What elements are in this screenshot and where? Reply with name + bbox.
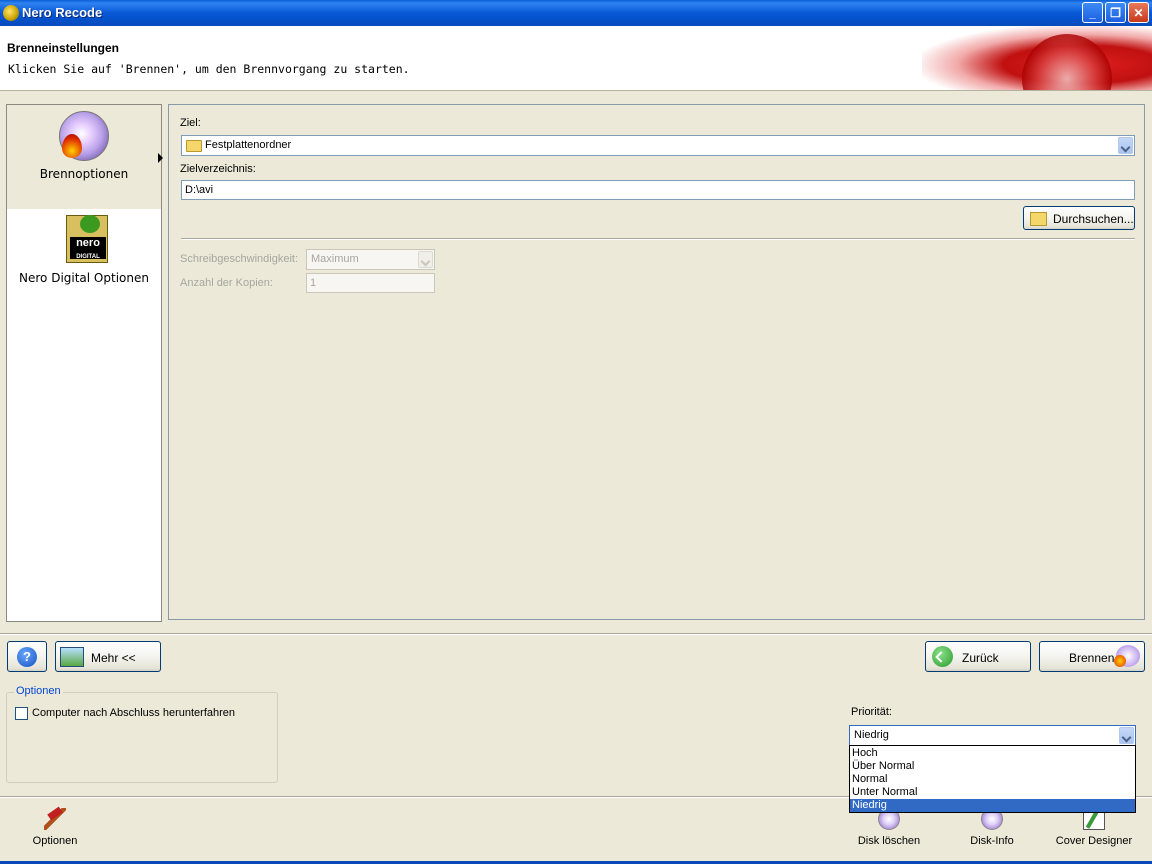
- page-title: Brenneinstellungen: [7, 41, 120, 55]
- title-bar: Nero Recode _ ❐ ✕: [0, 0, 1152, 26]
- browse-button[interactable]: Durchsuchen...: [1023, 206, 1135, 230]
- nero-app-icon: [3, 5, 19, 21]
- shutdown-label: Computer nach Abschluss herunterfahren: [32, 707, 236, 719]
- target-value: Festplattenordner: [205, 139, 292, 151]
- target-label: Ziel:: [180, 117, 201, 129]
- help-icon: ?: [17, 647, 37, 667]
- burn-settings-panel: Ziel: Festplattenordner Zielverzeichnis:…: [168, 104, 1145, 620]
- nav-item-label: Brennoptionen: [39, 167, 129, 181]
- target-dir-label: Zielverzeichnis:: [180, 163, 256, 175]
- chevron-down-icon: [418, 251, 433, 268]
- target-select[interactable]: Festplattenordner: [181, 135, 1135, 156]
- burn-disc-icon: [59, 111, 109, 161]
- target-dir-value: D:\avi: [185, 184, 214, 196]
- settings-navigation: Brennoptionen nero DIGITAL Nero Digital O…: [6, 104, 163, 622]
- burn-button[interactable]: Brennen: [1039, 641, 1145, 672]
- button-bar-divider: [0, 633, 1152, 635]
- copies-value: 1: [310, 277, 317, 289]
- priority-value: Niedrig: [854, 729, 889, 741]
- shutdown-checkbox[interactable]: [15, 707, 28, 720]
- nero-digital-icon: nero DIGITAL: [62, 215, 108, 263]
- toolbar-erase-label: Disk löschen: [857, 835, 921, 847]
- chevron-down-icon[interactable]: [1119, 727, 1134, 744]
- section-divider: [181, 238, 1135, 240]
- priority-option-normal[interactable]: Normal: [850, 773, 1135, 786]
- selected-arrow-icon: [158, 153, 163, 163]
- nav-item-nero-digital[interactable]: nero DIGITAL Nero Digital Optionen: [7, 209, 161, 313]
- restore-icon: ❐: [1110, 6, 1121, 20]
- options-group-title: Optionen: [14, 685, 63, 697]
- folder-icon: [186, 140, 202, 152]
- burn-label: Brennen: [1069, 651, 1115, 665]
- priority-option-ueber-normal[interactable]: Über Normal: [850, 760, 1135, 773]
- priority-select[interactable]: Niedrig: [849, 725, 1136, 746]
- restore-button[interactable]: ❐: [1105, 2, 1126, 23]
- write-speed-value: Maximum: [311, 253, 359, 265]
- more-button[interactable]: Mehr <<: [55, 641, 161, 672]
- target-dir-input[interactable]: D:\avi: [181, 180, 1135, 200]
- close-button[interactable]: ✕: [1128, 2, 1149, 23]
- back-arrow-icon: [932, 646, 953, 667]
- burn-disc-icon: [1114, 645, 1140, 667]
- wizard-header: Brenneinstellungen Klicken Sie auf 'Bren…: [0, 26, 1152, 91]
- toolbar-cover-label: Cover Designer: [1055, 835, 1133, 847]
- write-speed-select[interactable]: Maximum: [306, 249, 435, 270]
- back-label: Zurück: [962, 651, 999, 665]
- toolbar-info-label: Disk-Info: [970, 835, 1014, 847]
- minimize-icon: _: [1089, 6, 1096, 20]
- options-group: Optionen Computer nach Abschluss herunte…: [6, 685, 278, 783]
- more-label: Mehr <<: [91, 651, 136, 665]
- browse-label: Durchsuchen...: [1053, 212, 1134, 226]
- minimize-button[interactable]: _: [1082, 2, 1103, 23]
- nav-item-brennoptionen[interactable]: Brennoptionen: [7, 105, 163, 209]
- priority-label: Priorität:: [851, 706, 892, 718]
- priority-option-unter-normal[interactable]: Unter Normal: [850, 786, 1135, 799]
- open-folder-icon: [1030, 212, 1047, 226]
- close-icon: ✕: [1133, 6, 1144, 20]
- window-title: Nero Recode: [22, 5, 103, 20]
- copies-input[interactable]: 1: [306, 273, 435, 293]
- chevron-down-icon[interactable]: [1118, 137, 1133, 154]
- priority-option-niedrig[interactable]: Niedrig: [850, 799, 1135, 812]
- priority-option-hoch[interactable]: Hoch: [850, 747, 1135, 760]
- page-subtitle: Klicken Sie auf 'Brennen', um den Brennv…: [8, 62, 410, 76]
- toolbar-options-label: Optionen: [32, 835, 78, 847]
- write-speed-label: Schreibgeschwindigkeit:: [180, 253, 299, 265]
- priority-dropdown-list: Hoch Über Normal Normal Unter Normal Nie…: [849, 745, 1136, 813]
- nav-item-label: Nero Digital Optionen: [19, 271, 149, 285]
- hammer-icon: [44, 808, 66, 830]
- back-button[interactable]: Zurück: [925, 641, 1031, 672]
- copies-label: Anzahl der Kopien:: [180, 277, 273, 289]
- help-button[interactable]: ?: [7, 641, 47, 672]
- more-options-icon: [60, 647, 84, 667]
